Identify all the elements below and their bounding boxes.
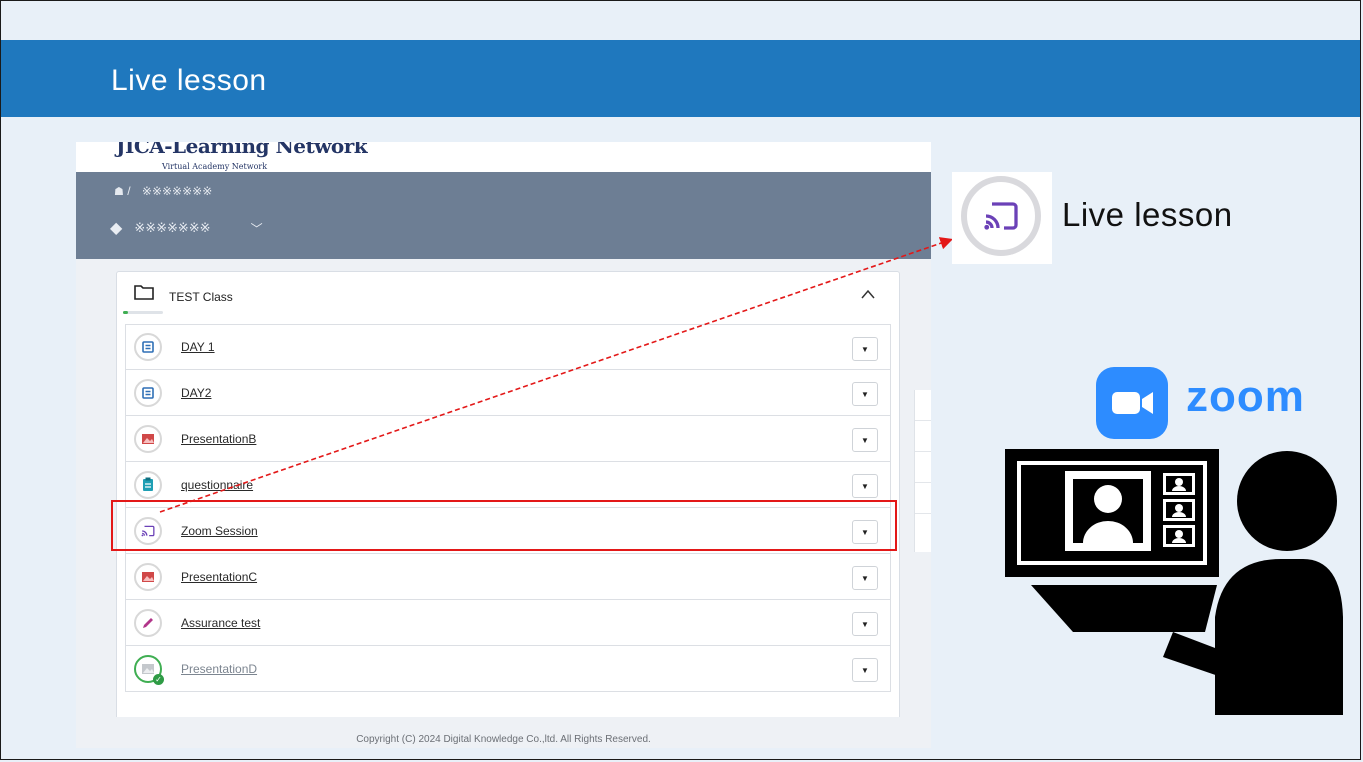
- textbook-icon: [134, 378, 162, 407]
- list-item[interactable]: Assurance test ▼: [125, 600, 891, 646]
- zoom-camera-icon: [1096, 367, 1168, 439]
- item-label[interactable]: PresentationD: [181, 662, 257, 676]
- item-label[interactable]: questionnaire: [181, 478, 253, 492]
- copyright-text: Copyright (C) 2024 Digital Knowledge Co.…: [356, 734, 651, 745]
- item-menu-dropdown[interactable]: ▼: [852, 337, 878, 361]
- home-icon[interactable]: ☗: [114, 186, 124, 198]
- list-item[interactable]: DAY2 ▼: [125, 370, 891, 416]
- person-at-video-screen-icon: [1005, 449, 1343, 715]
- slide-top-margin: [1, 1, 1360, 40]
- pencil-icon: [134, 608, 162, 637]
- list-item[interactable]: PresentationC ▼: [125, 554, 891, 600]
- slide-title-bar: Live lesson: [1, 40, 1360, 117]
- list-item[interactable]: PresentationB ▼: [125, 416, 891, 462]
- list-item[interactable]: ✓ PresentationD ▼: [125, 646, 891, 692]
- section-card: TEST Class DAY 1 ▼ DAY2 ▼ PresentationB …: [116, 271, 900, 722]
- chevron-down-icon[interactable]: ﹀: [251, 220, 263, 237]
- item-menu-dropdown[interactable]: ▼: [852, 658, 878, 682]
- presentation-completed-icon: ✓: [134, 654, 164, 685]
- item-menu-dropdown[interactable]: ▼: [852, 428, 878, 452]
- chevron-up-icon[interactable]: [861, 286, 875, 302]
- check-icon: ✓: [153, 673, 164, 685]
- course-selector[interactable]: ◆ ※※※※※※※ ﹀: [110, 218, 263, 238]
- callout-icon-box: [952, 172, 1052, 264]
- course-book-icon: ◆: [110, 220, 123, 237]
- slide-title: Live lesson: [111, 64, 267, 97]
- list-item[interactable]: DAY 1 ▼: [125, 324, 891, 370]
- item-label[interactable]: PresentationB: [181, 432, 256, 446]
- section-title: TEST Class: [169, 290, 233, 304]
- highlight-box: [111, 500, 897, 551]
- brand-tagline: Virtual Academy Network: [162, 162, 268, 171]
- section-progress-bar: [123, 311, 163, 314]
- item-menu-dropdown[interactable]: ▼: [852, 566, 878, 590]
- item-menu-dropdown[interactable]: ▼: [852, 612, 878, 636]
- folder-icon: [134, 284, 154, 305]
- brand-logo-text: JICA-Learning Network: [116, 142, 368, 158]
- breadcrumb-current[interactable]: ※※※※※※※: [142, 184, 212, 198]
- item-label[interactable]: Assurance test: [181, 616, 260, 630]
- lms-screenshot: JICA-Learning Network Virtual Academy Ne…: [76, 142, 931, 748]
- section-header[interactable]: TEST Class: [117, 272, 899, 324]
- callout-label: Live lesson: [1062, 196, 1233, 233]
- side-panel-edge: [914, 390, 931, 552]
- course-name: ※※※※※※※: [134, 220, 211, 235]
- item-label[interactable]: DAY2: [181, 386, 211, 400]
- zoom-wordmark: zoom: [1186, 372, 1305, 421]
- item-label[interactable]: PresentationC: [181, 570, 257, 584]
- item-menu-dropdown[interactable]: ▼: [852, 474, 878, 498]
- live-cast-icon: [961, 176, 1041, 256]
- footer: Copyright (C) 2024 Digital Knowledge Co.…: [76, 717, 931, 748]
- course-header: ☗ / ※※※※※※※ ◆ ※※※※※※※ ﹀: [76, 172, 931, 259]
- presentation-icon: [134, 424, 162, 453]
- breadcrumb: ☗ / ※※※※※※※: [114, 184, 213, 198]
- textbook-icon: [134, 333, 162, 361]
- course-content-area: TEST Class DAY 1 ▼ DAY2 ▼ PresentationB …: [76, 259, 931, 722]
- presentation-icon: [134, 562, 162, 591]
- item-label[interactable]: DAY 1: [181, 340, 215, 354]
- item-menu-dropdown[interactable]: ▼: [852, 382, 878, 406]
- clipboard-icon: [134, 470, 162, 499]
